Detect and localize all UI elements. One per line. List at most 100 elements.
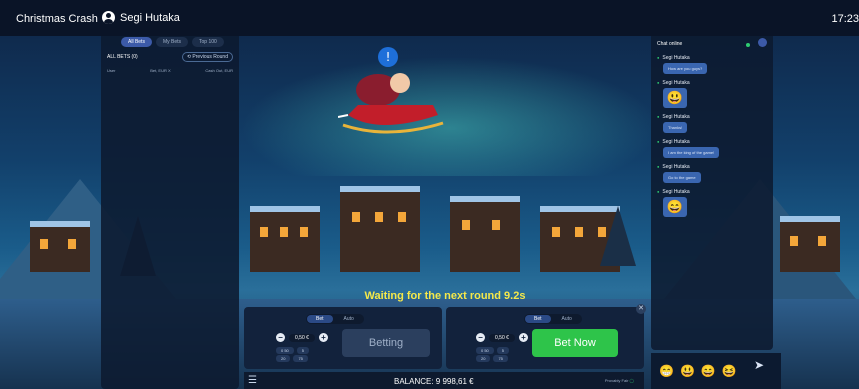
quick-stake[interactable]: 75 xyxy=(493,355,508,362)
previous-round-label: Previous Round xyxy=(192,54,228,60)
window xyxy=(300,227,308,237)
window xyxy=(552,227,560,237)
quick-stakes: 20 75 xyxy=(476,355,508,362)
bottom-bar: ☰ BALANCE: 9 998,61 € Provably Fair xyxy=(244,372,644,389)
window xyxy=(790,236,798,246)
house xyxy=(340,186,420,272)
window xyxy=(818,236,826,246)
chat-message: Segi Hutaka Go to the game xyxy=(651,164,773,183)
house xyxy=(780,216,840,272)
chat-toggle-icon[interactable] xyxy=(758,38,767,47)
online-indicator xyxy=(746,43,750,47)
col-user: User xyxy=(107,68,116,73)
emoji-option[interactable]: 😁 xyxy=(659,364,674,378)
tree xyxy=(600,206,636,266)
bets-columns: User Bet, EUR X Cash Out, EUR xyxy=(101,65,239,76)
close-icon[interactable]: ✕ xyxy=(636,304,646,314)
col-bet: Bet, EUR xyxy=(150,68,167,73)
stake-stepper: − 0,50 € + xyxy=(476,333,528,342)
col-cashout: Cash Out, EUR xyxy=(205,68,233,73)
chat-message: Segi Hutaka Thanks! xyxy=(651,114,773,133)
round-status: Waiting for the next round 9.2s xyxy=(364,290,526,302)
chat-bubble: I am the king of the game! xyxy=(663,147,720,158)
chat-user: Segi Hutaka xyxy=(657,55,767,61)
plus-icon[interactable]: + xyxy=(518,333,528,342)
send-icon[interactable]: ➤ xyxy=(754,358,764,372)
tab-auto[interactable]: Auto xyxy=(335,315,363,323)
minus-icon[interactable]: − xyxy=(476,333,485,342)
window xyxy=(352,212,360,222)
chat-panel: Chat online Segi Hutaka How are you guys… xyxy=(651,32,773,350)
chat-user: Segi Hutaka xyxy=(657,139,767,145)
betting-button[interactable]: Betting xyxy=(342,329,430,357)
quick-stake[interactable]: 75 xyxy=(293,355,308,362)
window xyxy=(375,212,383,222)
col-x: X xyxy=(168,68,171,73)
minus-icon[interactable]: − xyxy=(276,333,285,342)
santa-face xyxy=(390,73,410,93)
emoji-option[interactable]: 😃 xyxy=(680,364,695,378)
house xyxy=(250,206,320,272)
bet-mode-toggle: Bet Auto xyxy=(306,314,364,324)
quick-stake[interactable]: 20 xyxy=(476,355,491,362)
chat-bubble: How are you guys? xyxy=(663,63,708,74)
chat-user: Segi Hutaka xyxy=(657,164,767,170)
stake-stepper: − 0,50 € + xyxy=(276,333,328,342)
tab-bet[interactable]: Bet xyxy=(307,315,333,323)
user-profile[interactable]: Segi Hutaka xyxy=(102,11,180,24)
menu-icon[interactable]: ☰ xyxy=(248,375,257,386)
chat-message: Segi Hutaka 😃 xyxy=(651,80,773,108)
bet-panel-right: Bet Auto − 0,50 € + 0 50 5 20 75 Bet Now… xyxy=(446,304,646,369)
chat-user: Segi Hutaka xyxy=(657,114,767,120)
house xyxy=(450,196,520,272)
window xyxy=(575,227,583,237)
emoji-option[interactable]: 😄 xyxy=(701,364,716,378)
bets-header: ALL BETS (0) ⟲ Previous Round xyxy=(101,49,239,65)
chat-user: Segi Hutaka xyxy=(657,80,767,86)
quick-stake[interactable]: 0 50 xyxy=(276,347,294,354)
chat-bubble: Thanks! xyxy=(663,122,688,133)
quick-stakes: 0 50 5 xyxy=(476,347,510,354)
stake-amount[interactable]: 0,50 € xyxy=(289,333,315,342)
tab-my-bets[interactable]: My Bets xyxy=(155,37,189,47)
window xyxy=(260,227,268,237)
chat-title: Chat online xyxy=(657,40,683,47)
history-icon: ⟲ xyxy=(186,54,192,60)
window xyxy=(68,239,76,249)
stake-amount[interactable]: 0,50 € xyxy=(489,333,515,342)
window xyxy=(462,220,470,230)
tab-all-bets[interactable]: All Bets xyxy=(121,37,152,47)
balance: BALANCE: 9 998,61 € xyxy=(394,377,474,386)
window xyxy=(492,220,500,230)
emoji-option[interactable]: 😆 xyxy=(722,364,737,378)
chat-emoji: 😃 xyxy=(663,88,687,108)
game-title: Christmas Crash xyxy=(16,13,98,25)
provably-fair[interactable]: Provably Fair xyxy=(605,378,634,383)
tab-bet[interactable]: Bet xyxy=(525,315,551,323)
previous-round-button[interactable]: ⟲ Previous Round xyxy=(181,52,233,62)
svg-text:!: ! xyxy=(386,50,391,64)
bet-mode-toggle: Bet Auto xyxy=(524,314,582,324)
plus-icon[interactable]: + xyxy=(318,333,328,342)
quick-stake[interactable]: 0 50 xyxy=(476,347,494,354)
chat-user: Segi Hutaka xyxy=(657,189,767,195)
quick-stakes: 20 75 xyxy=(276,355,308,362)
user-icon xyxy=(102,11,115,24)
quick-stake[interactable]: 20 xyxy=(276,355,291,362)
quick-stakes: 0 50 5 xyxy=(276,347,310,354)
tab-auto[interactable]: Auto xyxy=(553,315,581,323)
chat-bubble: Go to the game xyxy=(663,172,701,183)
bet-panel-left: Bet Auto − 0,50 € + 0 50 5 20 75 Betting xyxy=(244,307,442,369)
house xyxy=(30,221,90,272)
bet-now-button[interactable]: Bet Now xyxy=(532,329,618,357)
user-name: Segi Hutaka xyxy=(120,11,180,24)
window xyxy=(280,227,288,237)
bets-panel: All Bets My Bets Top 100 ALL BETS (0) ⟲ … xyxy=(101,32,239,389)
santa-sleigh: ! xyxy=(338,47,444,134)
quick-stake[interactable]: 5 xyxy=(296,347,310,354)
chat-message: Segi Hutaka How are you guys? xyxy=(651,55,773,74)
all-bets-count: ALL BETS (0) xyxy=(107,54,138,60)
tab-top-100[interactable]: Top 100 xyxy=(192,37,224,47)
aurora xyxy=(240,56,660,176)
quick-stake[interactable]: 5 xyxy=(496,347,510,354)
